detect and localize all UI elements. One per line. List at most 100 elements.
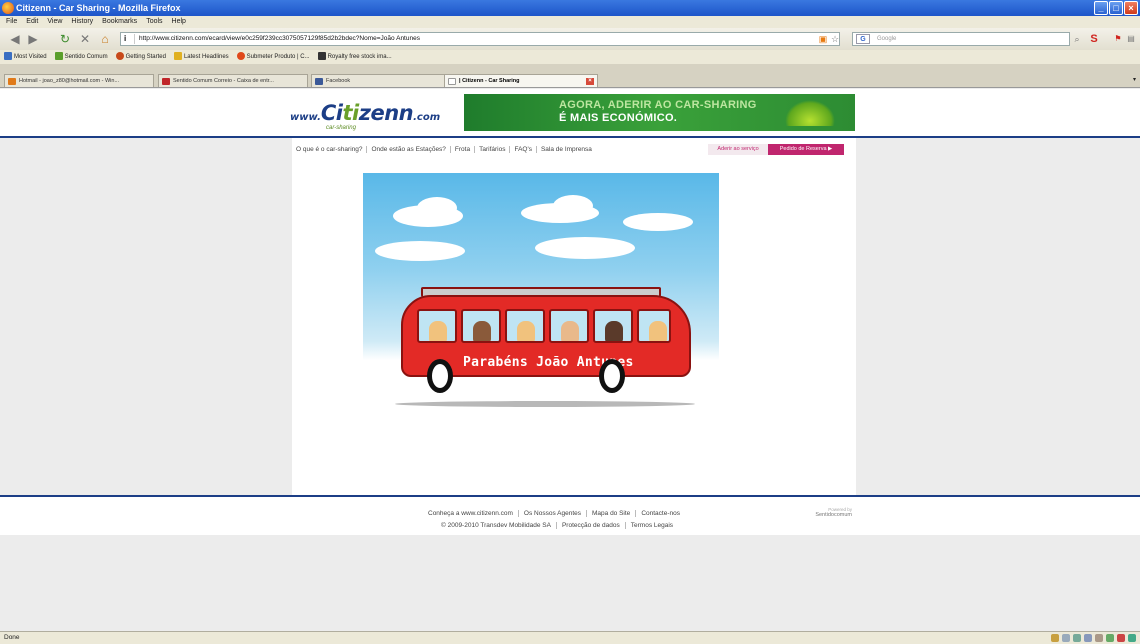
menu-bar: File Edit View History Bookmarks Tools H… <box>0 16 1140 28</box>
camera-icon <box>317 52 326 61</box>
bookmarks-toolbar: Most Visited Sentido Comum Getting Start… <box>0 50 1140 64</box>
banner-line-2: É MAIS ECONÓMICO. <box>559 112 678 124</box>
close-window-button[interactable]: × <box>1124 1 1138 15</box>
search-input[interactable]: G Google <box>852 32 1070 46</box>
addon-status-icon[interactable] <box>1106 634 1114 642</box>
navigation-toolbar: ◀ ▶ ↻ ✕ ⌂ i http://www.citizenn.com/ecar… <box>0 28 1140 50</box>
footer-copyright: © 2009-2010 Transdev Mobilidade SA <box>441 522 551 530</box>
addon-box-icon[interactable]: ▤ <box>1126 31 1136 47</box>
nav-item-fleet[interactable]: Frota <box>451 146 476 153</box>
nav-item-faq[interactable]: FAQ's <box>510 146 537 153</box>
bus-shadow <box>395 401 695 407</box>
google-engine-icon[interactable]: G <box>856 34 870 44</box>
menu-edit[interactable]: Edit <box>26 16 38 28</box>
reload-icon[interactable]: ↻ <box>58 31 72 47</box>
addon-status-icon[interactable] <box>1084 634 1092 642</box>
home-icon[interactable]: ⌂ <box>98 31 112 47</box>
passenger <box>605 321 623 341</box>
site-identity-icon <box>448 78 456 85</box>
tab-hotmail[interactable]: Hotmail - joao_z80@hotmail.com - Win... <box>4 74 154 87</box>
footer-link-conheca[interactable]: Conheça a www.citizenn.com <box>428 510 513 517</box>
menu-view[interactable]: View <box>47 16 62 28</box>
site-identity-icon[interactable]: i <box>124 34 135 44</box>
forward-icon[interactable]: ▶ <box>24 31 42 47</box>
menu-bookmarks[interactable]: Bookmarks <box>102 16 137 28</box>
tab-strip: Hotmail - joao_z80@hotmail.com - Win... … <box>0 64 1140 88</box>
menu-history[interactable]: History <box>71 16 93 28</box>
menu-file[interactable]: File <box>6 16 17 28</box>
bus-window <box>637 309 671 343</box>
nav-item-pricing[interactable]: Tarifários <box>475 146 511 153</box>
addon-status-icon[interactable] <box>1095 634 1103 642</box>
bookmark-submeter-produto[interactable]: Submeter Produto | C... <box>236 50 310 64</box>
bus-window <box>505 309 545 343</box>
site-header: www.Citizenn.com car-sharing AGORA, ADER… <box>0 89 1140 136</box>
bookmark-latest-headlines[interactable]: Latest Headlines <box>173 50 229 64</box>
rss-folder-icon <box>173 52 182 61</box>
menu-help[interactable]: Help <box>172 16 186 28</box>
tab-sentido-comum[interactable]: Sentido Comum Correio - Caixa de entr... <box>158 74 308 87</box>
back-icon[interactable]: ◀ <box>6 31 24 47</box>
rss-icon[interactable]: ▣ <box>818 31 828 47</box>
reservation-request-button[interactable]: Pedido de Reserva ▶ <box>768 144 844 155</box>
passenger <box>429 321 447 341</box>
bus-window <box>593 309 633 343</box>
content-panel: O que é o car-sharing? Onde estão as Esta… <box>292 138 856 495</box>
bookmark-royalty-free[interactable]: Royalty free stock ima... <box>317 50 392 64</box>
logo-tagline: car-sharing <box>326 125 356 131</box>
menu-tools[interactable]: Tools <box>146 16 162 28</box>
footer-link-termos[interactable]: Termos Legais <box>631 522 673 529</box>
bookmark-getting-started[interactable]: Getting Started <box>115 50 166 64</box>
passenger <box>473 321 491 341</box>
footer-links-row-2: © 2009-2010 Transdev Mobilidade SA Protec… <box>441 522 673 529</box>
bookmark-star-icon[interactable]: ☆ <box>830 31 840 47</box>
window-title: Citizenn - Car Sharing - Mozilla Firefox <box>16 3 181 13</box>
footer-link-mapa[interactable]: Mapa do Site <box>592 510 630 517</box>
tab-citizenn[interactable]: | Citizenn - Car Sharing × <box>444 74 598 87</box>
footer-link-agentes[interactable]: Os Nossos Agentes <box>524 510 581 517</box>
hotmail-icon <box>8 78 16 85</box>
bookmark-most-visited[interactable]: Most Visited <box>4 50 47 64</box>
close-tab-icon[interactable]: × <box>586 78 594 85</box>
footer-link-contacte[interactable]: Contacte-nos <box>641 510 680 517</box>
page-viewport: www.Citizenn.com car-sharing AGORA, ADER… <box>0 89 1140 631</box>
maximize-button[interactable]: □ <box>1109 1 1123 15</box>
powered-by[interactable]: Powered by Sentidocomum <box>810 507 852 518</box>
promo-banner[interactable]: AGORA, ADERIR AO CAR-SHARING É MAIS ECON… <box>464 94 855 131</box>
banner-line-1: AGORA, ADERIR AO CAR-SHARING <box>559 99 757 111</box>
join-service-button[interactable]: Aderir ao serviço <box>708 144 768 155</box>
bus-window <box>549 309 589 343</box>
stop-icon[interactable]: ✕ <box>78 31 92 47</box>
addon-status-icon[interactable] <box>1073 634 1081 642</box>
bus-window <box>417 309 457 343</box>
footer-link-proteccao[interactable]: Protecção de dados <box>562 522 620 529</box>
nav-item-what-is[interactable]: O que é o car-sharing? <box>292 146 368 153</box>
address-bar[interactable]: i http://www.citizenn.com/ecard/view/e0c… <box>120 32 840 46</box>
leaf-graphic <box>785 100 835 126</box>
bookmark-sentido-comum[interactable]: Sentido Comum <box>54 50 108 64</box>
addon-status-icon[interactable] <box>1051 634 1059 642</box>
tab-list-icon[interactable]: ▾ <box>1133 76 1136 83</box>
addon-s-icon[interactable]: S <box>1088 31 1100 47</box>
nav-item-stations[interactable]: Onde estão as Estações? <box>367 146 451 153</box>
addon-status-icon[interactable] <box>1062 634 1070 642</box>
bus-wheel <box>599 359 625 393</box>
firefox-icon <box>2 2 14 14</box>
addon-flag-icon[interactable]: ⚑ <box>1114 31 1122 47</box>
nav-item-press[interactable]: Sala de Imprensa <box>537 146 596 153</box>
addon-status-icon[interactable] <box>1128 634 1136 642</box>
cloud-graphic <box>417 197 457 219</box>
search-magnifier-icon[interactable]: ⌕ <box>1072 31 1082 47</box>
minimize-button[interactable]: _ <box>1094 1 1108 15</box>
star-burst-icon <box>236 52 245 61</box>
cloud-graphic <box>375 241 465 261</box>
window-title-bar: Citizenn - Car Sharing - Mozilla Firefox… <box>0 0 1140 16</box>
footer-links-row-1: Conheça a www.citizenn.com Os Nossos Agen… <box>428 510 680 517</box>
tab-facebook[interactable]: Facebook <box>311 74 461 87</box>
driver <box>649 321 667 341</box>
status-text: Done <box>4 634 20 641</box>
address-text: http://www.citizenn.com/ecard/view/e0c25… <box>139 35 420 42</box>
ecard-image: Parabéns João Antunes <box>363 173 719 413</box>
addon-status-icon[interactable] <box>1117 634 1125 642</box>
citizenn-logo[interactable]: www.Citizenn.com car-sharing <box>290 101 450 131</box>
